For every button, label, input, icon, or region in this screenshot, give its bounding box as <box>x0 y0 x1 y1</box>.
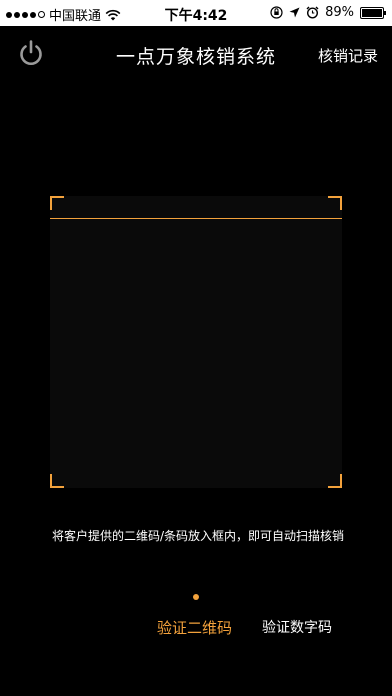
scan-line <box>50 218 342 219</box>
battery-icon <box>360 6 386 19</box>
app-header: 一点万象核销系统 核销记录 <box>0 26 392 82</box>
location-arrow-icon <box>289 7 300 18</box>
scan-frame <box>50 196 342 488</box>
status-bar: 中国联通 下午4:42 89% <box>0 0 392 26</box>
scan-corner-bottom-left <box>50 474 64 488</box>
scan-corner-top-left <box>50 196 64 210</box>
rotation-lock-icon <box>270 6 283 19</box>
status-right: 89% <box>270 5 386 20</box>
scan-hint-text: 将客户提供的二维码/条码放入框内，即可自动扫描核销 <box>52 529 345 543</box>
scan-corner-top-right <box>328 196 342 210</box>
tab-verify-qr-code[interactable]: 验证二维码 <box>157 617 232 638</box>
tab-verify-digit-code[interactable]: 验证数字码 <box>262 617 332 637</box>
scan-corner-bottom-right <box>328 474 342 488</box>
active-mode-indicator <box>193 594 199 600</box>
verification-history-button[interactable]: 核销记录 <box>318 45 378 66</box>
alarm-clock-icon <box>306 6 319 19</box>
battery-percent: 89% <box>325 5 354 20</box>
